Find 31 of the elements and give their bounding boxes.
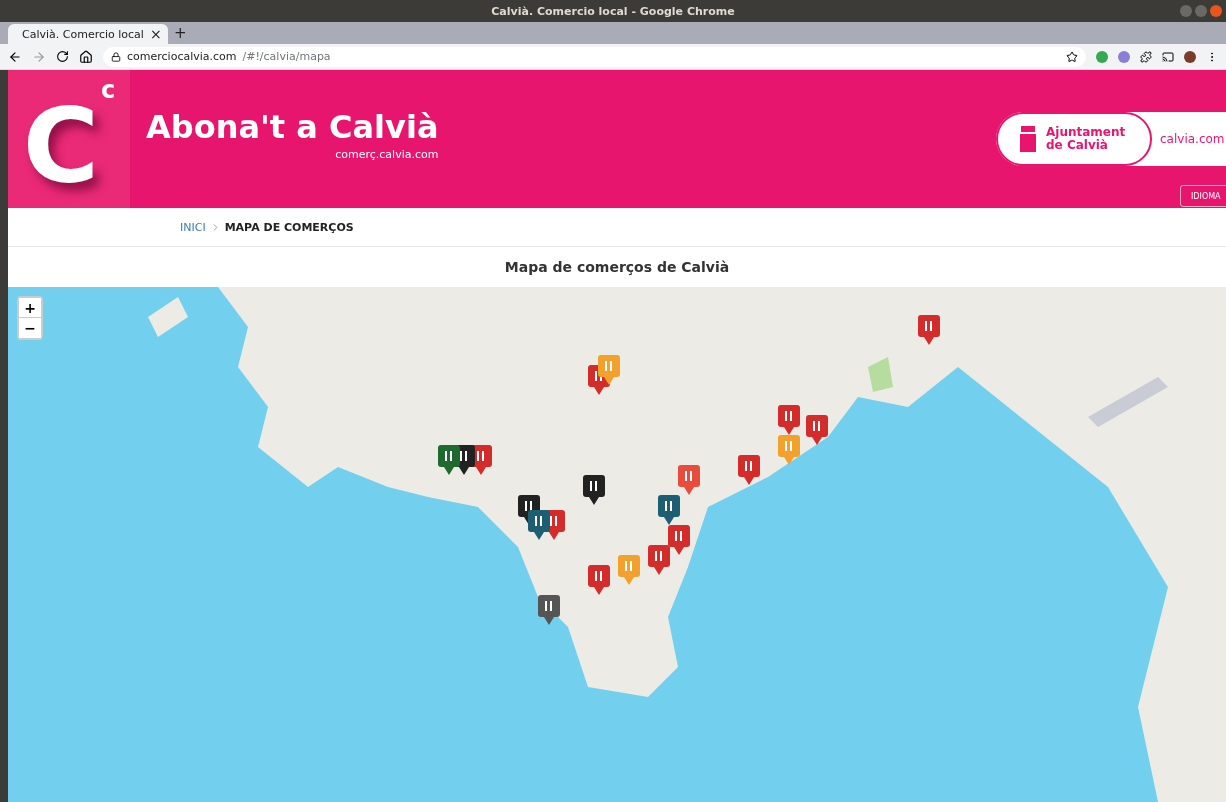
- window-title: Calvià. Comercio local - Google Chrome: [491, 4, 735, 18]
- lock-icon: [111, 51, 121, 62]
- zoom-in-button[interactable]: +: [19, 298, 41, 318]
- extension-icon[interactable]: [1096, 50, 1108, 63]
- site-subtitle: comerç.calvia.com: [335, 148, 439, 161]
- close-button[interactable]: [1210, 5, 1222, 17]
- council-logo[interactable]: Ajuntament de Calvià: [996, 112, 1152, 166]
- new-tab-button[interactable]: +: [174, 24, 187, 42]
- puzzle-icon[interactable]: [1140, 50, 1152, 63]
- breadcrumb-link[interactable]: INICI: [180, 220, 206, 234]
- back-icon[interactable]: [8, 49, 22, 64]
- reload-icon[interactable]: [56, 50, 69, 63]
- logo-superscript: c: [101, 78, 116, 102]
- page-title: Mapa de comerços de Calvià: [504, 259, 730, 275]
- star-icon[interactable]: [1066, 50, 1078, 63]
- council-name: Ajuntament de Calvià: [1046, 125, 1126, 153]
- language-button[interactable]: IDIOMA: [1180, 185, 1226, 207]
- browser-tab[interactable]: Calvià. Comercio local ×: [8, 24, 168, 44]
- extension-icon[interactable]: [1118, 50, 1130, 63]
- site-title: Abona't a Calvià: [146, 108, 439, 146]
- tab-close-button[interactable]: ×: [149, 26, 162, 42]
- logo-letter: C: [22, 94, 100, 198]
- cast-icon[interactable]: [1162, 50, 1174, 63]
- home-icon[interactable]: [79, 49, 93, 64]
- tab-title: Calvià. Comercio local: [22, 27, 144, 41]
- address-bar[interactable]: comerciocalvia.com /#!/calvia/mapa: [103, 46, 1086, 67]
- avatar-icon[interactable]: [1184, 50, 1196, 63]
- url-domain: comerciocalvia.com: [127, 50, 237, 63]
- council-link[interactable]: calvia.com: [1160, 132, 1225, 146]
- url-path: /#!/calvia/mapa: [242, 50, 332, 63]
- breadcrumb-current: MAPA DE COMERÇOS: [224, 220, 354, 234]
